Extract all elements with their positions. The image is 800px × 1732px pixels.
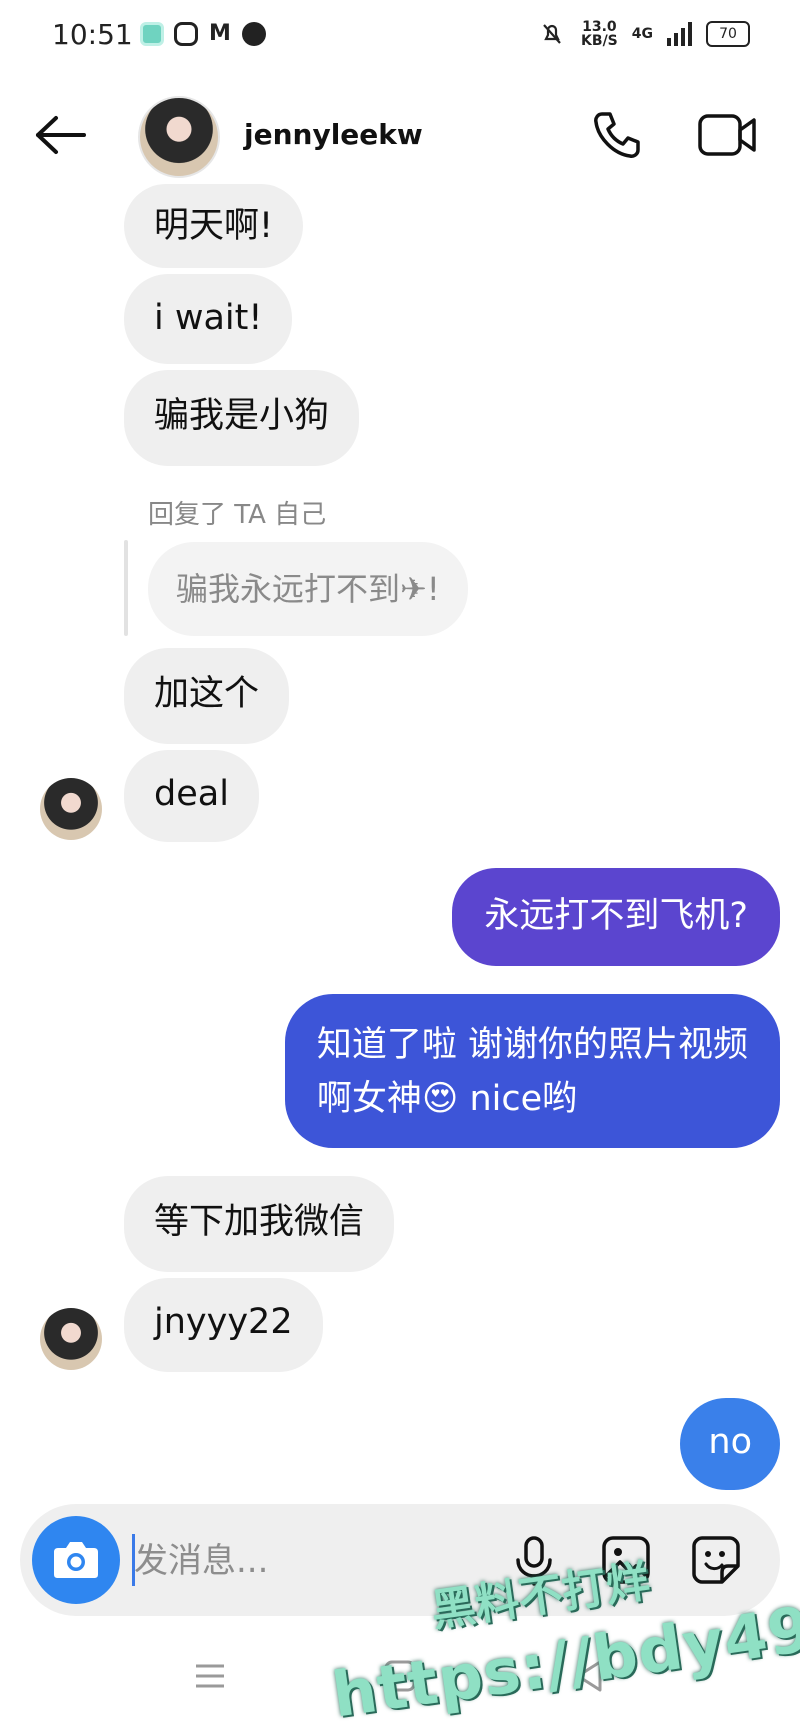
incoming-message[interactable]: 加这个: [124, 648, 290, 744]
message-text: no: [708, 1422, 752, 1462]
status-time: 10:51: [52, 18, 133, 51]
message-composer: [20, 1504, 780, 1616]
back-arrow-icon[interactable]: [30, 110, 90, 160]
sticker-icon[interactable]: [688, 1532, 744, 1588]
status-indicators: 13.0 KB/S 4G 70: [537, 20, 750, 48]
mute-bell-icon: [543, 24, 561, 44]
status-bar: 10:51 M 13.0 KB/S 4G 70: [0, 0, 800, 72]
instagram-icon: [174, 22, 198, 46]
sender-avatar[interactable]: [40, 1308, 102, 1370]
camera-button[interactable]: [32, 1516, 120, 1604]
app-notification-icon: [140, 22, 164, 46]
quoted-text: 骗我永远打不到✈!: [176, 570, 440, 608]
text-caret: [132, 1534, 135, 1586]
message-text: jnyyy22: [154, 1302, 293, 1342]
reply-label: 回复了 TA 自己: [148, 500, 327, 530]
incoming-message[interactable]: jnyyy22: [124, 1278, 323, 1372]
signal-icon: [667, 22, 692, 46]
sender-avatar[interactable]: [40, 778, 102, 840]
network-type: 4G: [631, 26, 653, 42]
video-call-icon[interactable]: [696, 108, 760, 162]
message-text: deal: [154, 774, 229, 814]
incoming-message[interactable]: deal: [124, 750, 259, 842]
gmail-icon: M: [209, 21, 231, 46]
message-text: 明天啊!: [154, 206, 274, 246]
incoming-message[interactable]: i wait!: [124, 274, 293, 364]
incoming-message[interactable]: 骗我是小狗: [124, 370, 360, 466]
message-text-line: 啊女神😍 nice哟: [316, 1079, 578, 1119]
contact-username[interactable]: jennyleekw: [244, 118, 423, 151]
message-text: i wait!: [154, 298, 263, 338]
incoming-message[interactable]: 明天啊!: [124, 184, 304, 268]
camera-icon: [54, 1542, 98, 1578]
phone-call-icon[interactable]: [590, 108, 644, 162]
network-speed: 13.0 KB/S: [581, 20, 618, 48]
recent-apps-icon[interactable]: [190, 1656, 230, 1696]
contact-avatar[interactable]: [138, 96, 220, 178]
incoming-message[interactable]: 等下加我微信: [124, 1176, 395, 1272]
chat-header: jennyleekw: [0, 80, 800, 190]
messenger-icon: [242, 22, 266, 46]
outgoing-message[interactable]: no: [680, 1398, 780, 1490]
message-text: 永远打不到飞机?: [484, 896, 748, 936]
reply-indicator-bar: [124, 540, 128, 636]
notification-icons: M: [140, 22, 266, 46]
outgoing-message[interactable]: 永远打不到飞机?: [452, 868, 780, 966]
speed-unit: KB/S: [581, 33, 618, 49]
message-text-line: 知道了啦 谢谢你的照片视频: [316, 1025, 748, 1065]
message-text: 骗我是小狗: [154, 396, 330, 436]
message-text: 等下加我微信: [154, 1202, 365, 1242]
battery-icon: 70: [706, 21, 750, 47]
outgoing-message[interactable]: 知道了啦 谢谢你的照片视频 啊女神😍 nice哟: [284, 994, 780, 1148]
message-text: 加这个: [154, 674, 260, 714]
quoted-message[interactable]: 骗我永远打不到✈!: [148, 542, 468, 636]
